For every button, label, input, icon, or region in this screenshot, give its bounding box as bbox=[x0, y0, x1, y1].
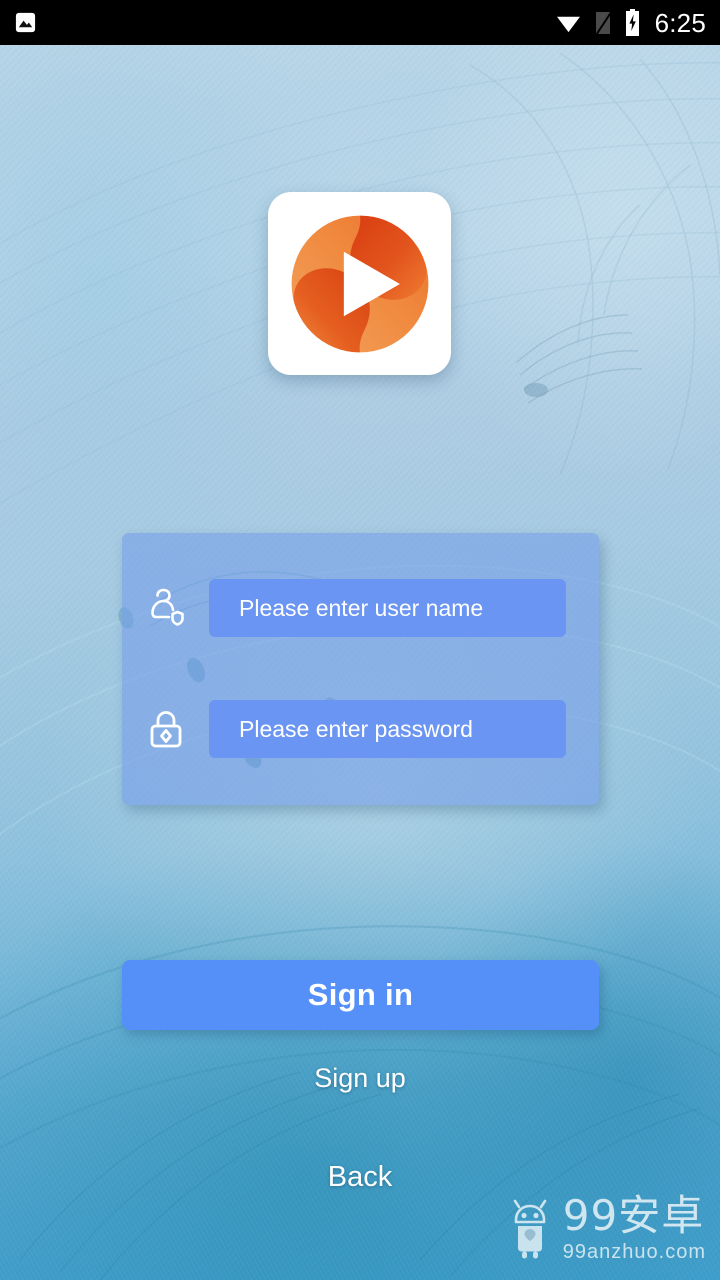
app-logo-card bbox=[268, 192, 451, 375]
back-link[interactable]: Back bbox=[0, 1161, 720, 1194]
status-bar-left bbox=[14, 11, 37, 34]
lock-icon bbox=[122, 707, 209, 751]
user-account-icon bbox=[122, 586, 209, 630]
login-screen: 6:25 Please enter user name Sign in Sign… bbox=[0, 0, 720, 1280]
play-media-logo-icon bbox=[291, 215, 428, 352]
username-input[interactable] bbox=[209, 579, 566, 637]
sign-in-button[interactable]: Sign in bbox=[122, 960, 599, 1030]
status-bar: 6:25 bbox=[0, 0, 720, 45]
no-sim-icon bbox=[595, 10, 612, 35]
password-field-row bbox=[122, 700, 599, 758]
status-bar-right: 6:25 bbox=[555, 9, 706, 36]
photo-icon bbox=[15, 12, 36, 33]
wifi-icon bbox=[556, 16, 580, 33]
password-input[interactable] bbox=[209, 700, 566, 758]
login-form-panel bbox=[122, 533, 599, 805]
sign-up-link[interactable]: Sign up bbox=[0, 1063, 720, 1094]
status-bar-clock: 6:25 bbox=[654, 7, 706, 38]
username-field-row bbox=[122, 579, 599, 637]
battery-charging-icon bbox=[625, 9, 639, 36]
